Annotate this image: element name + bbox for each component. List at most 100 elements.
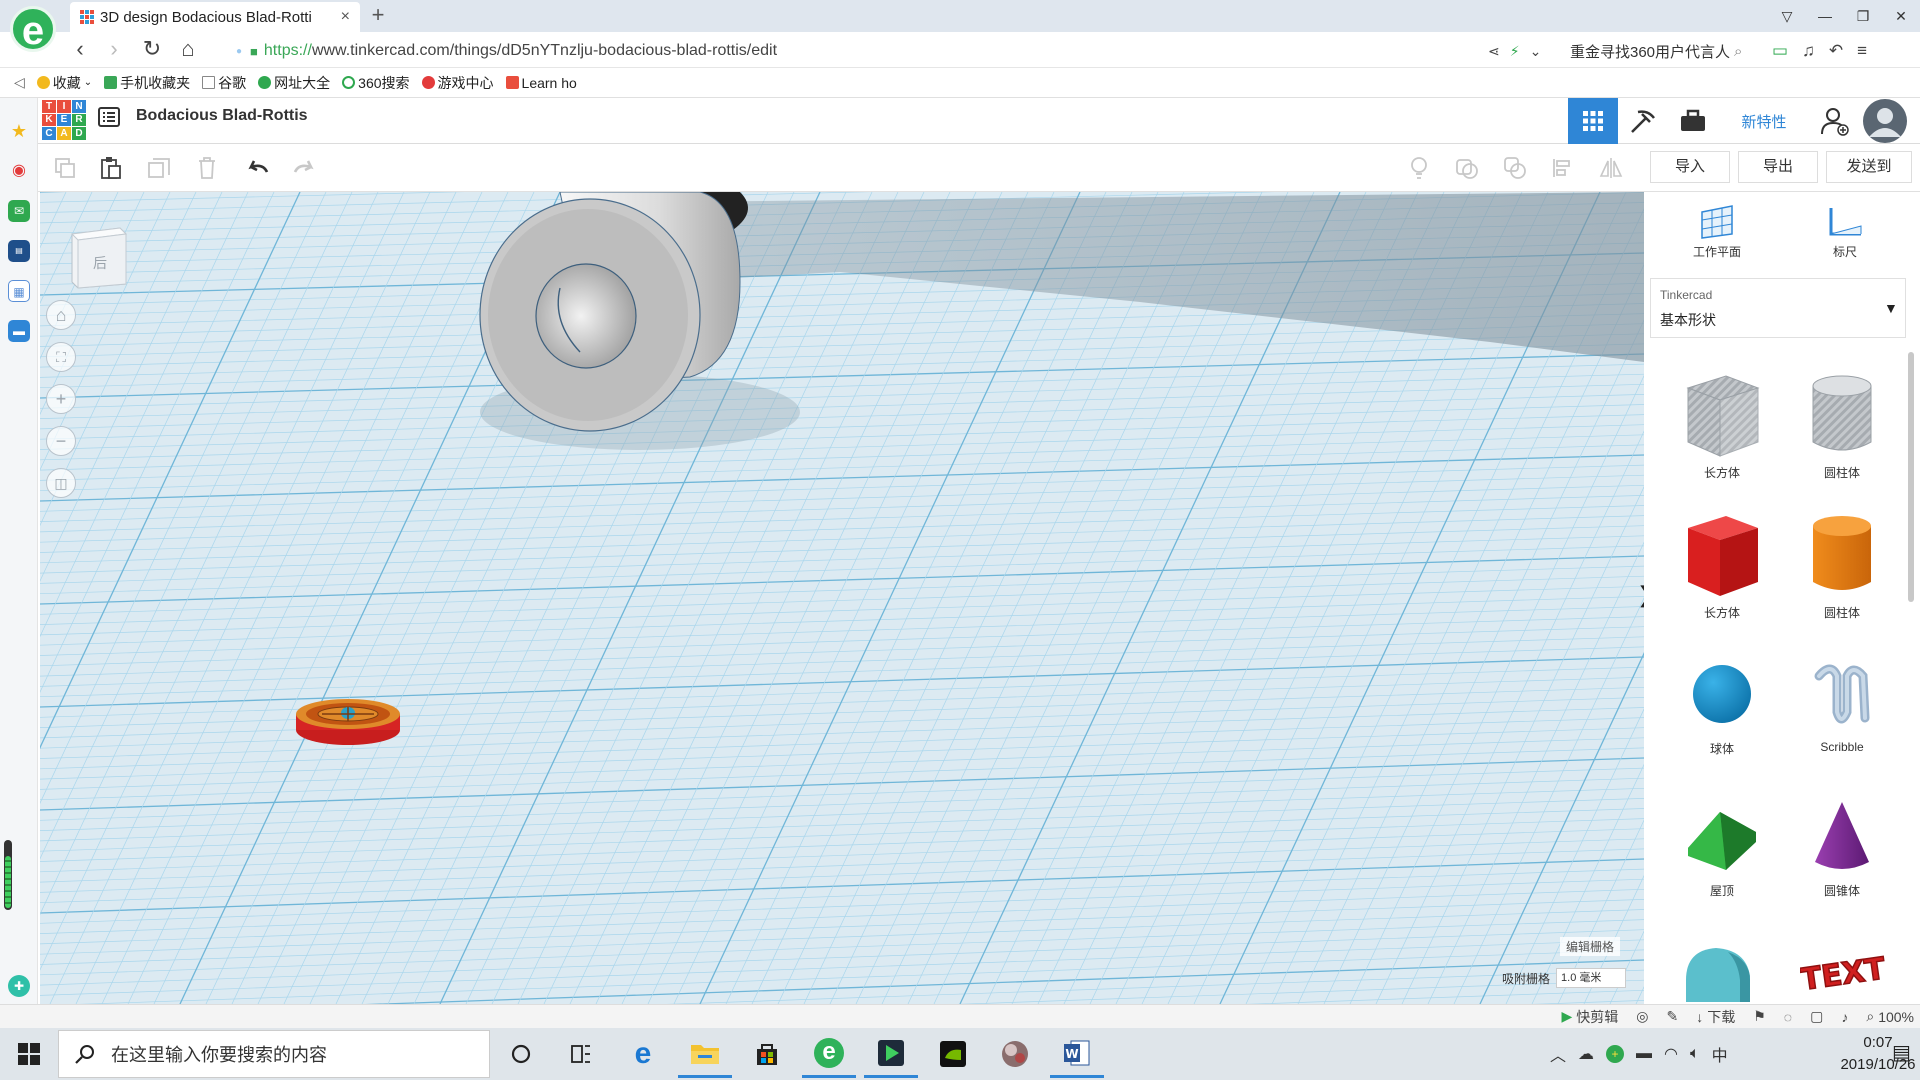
zoom-out-button[interactable]: − bbox=[46, 426, 76, 456]
workplane-button[interactable]: 工作平面 bbox=[1672, 204, 1762, 260]
taskbar-word[interactable]: W bbox=[1050, 1030, 1104, 1078]
speed-mode-icon[interactable]: ⚡ bbox=[1510, 43, 1520, 60]
avatar[interactable] bbox=[1860, 98, 1910, 144]
paste-button[interactable] bbox=[92, 150, 130, 186]
taskbar-360-browser[interactable]: e bbox=[802, 1030, 856, 1078]
wifi-icon[interactable]: ◠ bbox=[1664, 1044, 1678, 1064]
window-icon[interactable]: ▢ bbox=[1810, 1008, 1823, 1025]
ime-indicator[interactable]: 中 bbox=[1712, 1042, 1728, 1066]
bookmark-mobile[interactable]: 手机收藏夹 bbox=[104, 73, 190, 93]
share-icon[interactable]: ⋖ bbox=[1488, 43, 1500, 60]
onedrive-icon[interactable]: ☁ bbox=[1578, 1044, 1594, 1064]
redo-button[interactable] bbox=[286, 150, 324, 186]
url-field[interactable]: ● ■ https://www.tinkercad.com/things/dD5… bbox=[236, 38, 1476, 64]
taskbar-media-player[interactable] bbox=[864, 1030, 918, 1078]
group-button[interactable] bbox=[1448, 150, 1486, 186]
taskbar-edge[interactable]: e bbox=[616, 1030, 670, 1078]
send-to-button[interactable]: 发送到 bbox=[1826, 151, 1912, 183]
blocks-view-button[interactable] bbox=[1618, 98, 1668, 144]
extension-icon[interactable]: ✚ bbox=[8, 975, 30, 997]
view-cube[interactable]: 后 bbox=[66, 224, 130, 294]
weibo-icon[interactable]: ◉ bbox=[8, 160, 30, 182]
tinkercad-logo[interactable]: T I N K E R C A D bbox=[42, 100, 86, 140]
copy-button[interactable] bbox=[46, 150, 84, 186]
shape-box-hole[interactable]: 长方体 bbox=[1674, 370, 1770, 481]
download-button[interactable]: ↓ 下载 bbox=[1696, 1007, 1735, 1027]
undo-close-icon[interactable]: ↶ bbox=[1829, 41, 1843, 61]
bookmark-360-search[interactable]: 360搜索 bbox=[342, 73, 410, 93]
undo-button[interactable] bbox=[238, 150, 276, 186]
notes-icon[interactable]: ▦ bbox=[8, 280, 30, 302]
battery-icon[interactable]: ▭ bbox=[1772, 41, 1788, 61]
news-icon[interactable]: ▤ bbox=[8, 240, 30, 262]
chevron-down-icon[interactable]: ▼ bbox=[1884, 300, 1898, 316]
tools-icon[interactable]: ✎ bbox=[1666, 1008, 1678, 1025]
zoom-in-button[interactable]: + bbox=[46, 384, 76, 414]
chat-icon[interactable]: ▬ bbox=[8, 320, 30, 342]
task-view-button[interactable] bbox=[554, 1030, 608, 1078]
mirror-button[interactable] bbox=[1592, 150, 1630, 186]
wheel-object[interactable] bbox=[296, 699, 400, 745]
bookmark-site-nav[interactable]: 网址大全 bbox=[258, 73, 330, 93]
shape-box[interactable]: 长方体 bbox=[1674, 510, 1770, 621]
view-3d-button[interactable] bbox=[1568, 98, 1618, 144]
headset-icon[interactable]: ♫ bbox=[1802, 41, 1815, 61]
start-button[interactable] bbox=[0, 1028, 58, 1080]
notification-icon[interactable]: ▤ bbox=[1892, 1040, 1911, 1065]
snap-grid-select[interactable]: 1.0 毫米 bbox=[1556, 968, 1627, 988]
shape-roof[interactable]: 屋顶 bbox=[1674, 798, 1770, 899]
dropdown-icon[interactable]: ⌄ bbox=[1530, 43, 1542, 60]
ungroup-button[interactable] bbox=[1496, 150, 1534, 186]
panel-scrollbar[interactable] bbox=[1908, 352, 1914, 602]
shape-sphere[interactable]: 球体 bbox=[1674, 656, 1770, 757]
shape-cylinder-hole[interactable]: 圆柱体 bbox=[1794, 370, 1890, 481]
reload-button[interactable]: ↻ bbox=[138, 36, 166, 64]
shape-scribble[interactable]: Scribble bbox=[1794, 656, 1890, 754]
tab-close-icon[interactable]: × bbox=[341, 8, 350, 26]
forward-button[interactable]: › bbox=[100, 36, 128, 64]
fit-view-button[interactable]: ⛶ bbox=[46, 342, 76, 372]
bookmark-game-center[interactable]: 游戏中心 bbox=[421, 73, 494, 93]
shape-cylinder[interactable]: 圆柱体 bbox=[1794, 510, 1890, 621]
restore-button[interactable]: ❐ bbox=[1844, 0, 1882, 32]
shape-cone[interactable]: 圆锥体 bbox=[1794, 798, 1890, 899]
taskbar-store[interactable] bbox=[740, 1030, 794, 1078]
taskbar-nvidia[interactable] bbox=[926, 1030, 980, 1078]
browser-logo-icon[interactable]: e bbox=[10, 6, 56, 53]
bookmark-favorites[interactable]: 收藏 ⌄ bbox=[36, 73, 92, 93]
home-button[interactable]: ⌂ bbox=[174, 36, 202, 64]
shape-round-roof[interactable] bbox=[1680, 940, 1770, 1004]
close-window-button[interactable]: ✕ bbox=[1882, 0, 1920, 32]
taskbar-search[interactable]: 在这里输入你要搜索的内容 bbox=[58, 1030, 490, 1078]
tray-expand-icon[interactable]: ︿ bbox=[1550, 1042, 1566, 1066]
lego-view-button[interactable] bbox=[1668, 98, 1718, 144]
security-360-icon[interactable]: + bbox=[1606, 1045, 1625, 1063]
home-view-button[interactable]: ⌂ bbox=[46, 300, 76, 330]
new-features-link[interactable]: 新特性 bbox=[1718, 111, 1810, 132]
battery-icon[interactable]: ▬ bbox=[1636, 1045, 1652, 1063]
import-button[interactable]: 导入 bbox=[1650, 151, 1730, 183]
menu-icon[interactable]: ≡ bbox=[1857, 41, 1867, 61]
design-list-icon[interactable] bbox=[98, 106, 120, 128]
ortho-view-button[interactable]: ◫ bbox=[46, 468, 76, 498]
mail-icon[interactable]: ✉ bbox=[8, 200, 30, 222]
bookmark-google[interactable]: 谷歌 bbox=[202, 73, 246, 93]
note-button[interactable] bbox=[1400, 150, 1438, 186]
speed-icon[interactable]: ◎ bbox=[1636, 1008, 1648, 1025]
flag-icon[interactable]: ⚑ bbox=[1753, 1008, 1766, 1025]
zoom-level[interactable]: ⌕ 100% bbox=[1866, 1008, 1914, 1025]
clean-icon[interactable]: ◌ bbox=[1784, 1009, 1792, 1025]
quick-clip-button[interactable]: ▶ 快剪辑 bbox=[1561, 1007, 1618, 1027]
taskbar-app-ball[interactable] bbox=[988, 1030, 1042, 1078]
speaker-icon[interactable]: 🔈︎ bbox=[1690, 1045, 1700, 1063]
back-button[interactable]: ‹ bbox=[66, 36, 94, 64]
volume-icon[interactable]: ♪ bbox=[1841, 1009, 1848, 1025]
delete-button[interactable] bbox=[188, 150, 226, 186]
sidebar-toggle-icon[interactable]: ◁ bbox=[14, 74, 25, 91]
align-button[interactable] bbox=[1544, 150, 1582, 186]
duplicate-button[interactable] bbox=[140, 150, 178, 186]
ruler-button[interactable]: 标尺 bbox=[1800, 204, 1890, 260]
favorites-window-icon[interactable]: ▽ bbox=[1768, 0, 1806, 32]
workplane-grid[interactable] bbox=[40, 192, 1644, 1004]
minimize-button[interactable]: — bbox=[1806, 0, 1844, 32]
